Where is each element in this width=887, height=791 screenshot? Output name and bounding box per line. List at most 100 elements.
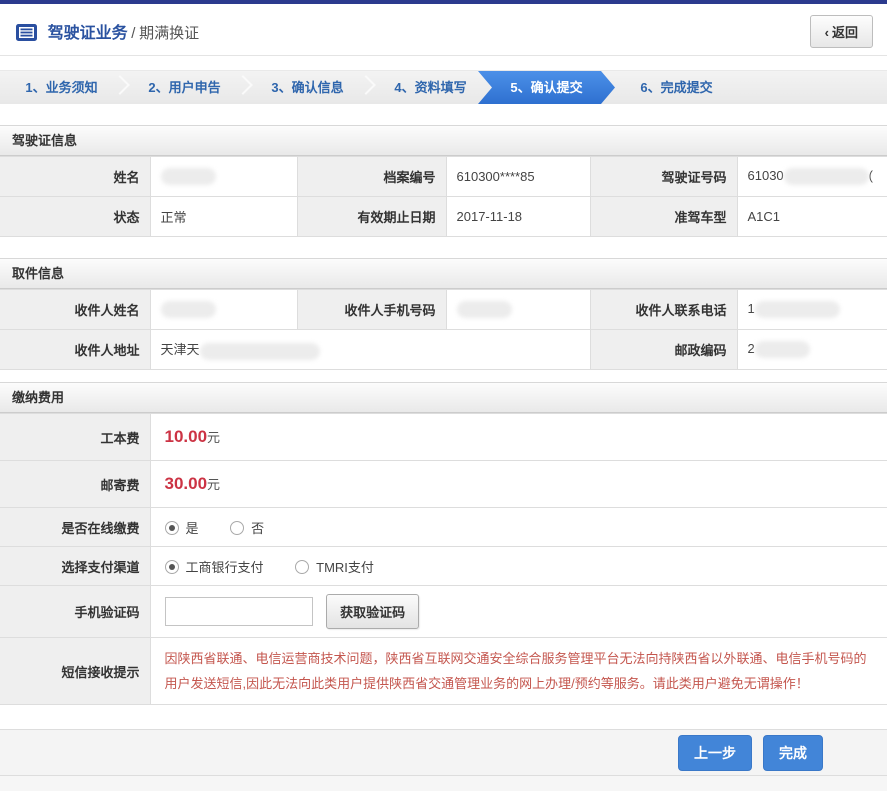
recipient-mobile-label: 收件人手机号码 xyxy=(296,289,447,330)
name-value xyxy=(149,156,298,197)
table-row: 工本费 10.00元 xyxy=(0,413,887,461)
radio-channel-tmri[interactable] xyxy=(295,559,310,574)
step-3-label: 3、确认信息 xyxy=(271,80,344,95)
recipient-phone-prefix: 1 xyxy=(747,300,755,316)
radio-channel-icbc-label[interactable]: 工商银行支付 xyxy=(186,560,264,575)
recipient-phone-label: 收件人联系电话 xyxy=(589,289,738,330)
table-row: 手机验证码 获取验证码 xyxy=(0,585,887,638)
recipient-mobile-value xyxy=(445,289,591,330)
table-row: 选择支付渠道 工商银行支付 TMRI支付 xyxy=(0,546,887,586)
postage-fee-amount: 30.00 xyxy=(164,474,208,493)
fees-table: 工本费 10.00元 邮寄费 30.00元 是否在线缴费 是 否 选择支付渠道 … xyxy=(0,413,887,705)
pay-channel-options: 工商银行支付 TMRI支付 xyxy=(150,546,887,586)
step-bar-filler xyxy=(738,71,887,104)
postage-fee-value: 30.00元 xyxy=(150,460,887,508)
postal-code-label: 邮政编码 xyxy=(589,329,738,370)
back-arrow-icon: ‹ xyxy=(824,25,829,40)
step-5-label: 5、确认提交 xyxy=(510,80,583,95)
sms-code-label: 手机验证码 xyxy=(0,585,151,638)
step-wizard: 1、业务须知 2、用户申告 3、确认信息 4、资料填写 5、确认提交 6、完成提… xyxy=(0,70,887,104)
expiry-date-value: 2017-11-18 xyxy=(445,196,591,237)
redacted-value xyxy=(456,301,512,319)
radio-online-yes-label[interactable]: 是 xyxy=(186,521,199,536)
step-1-notice[interactable]: 1、业务须知 xyxy=(0,71,130,104)
breadcrumb-current: 期满换证 xyxy=(139,25,200,42)
license-number-label: 驾驶证号码 xyxy=(589,156,738,197)
sms-notice-text: 因陕西省联通、电信运营商技术问题，陕西省互联网交通安全综合服务管理平台无法向持陕… xyxy=(150,637,887,705)
radio-online-no[interactable] xyxy=(230,520,245,535)
step-5-confirm-submit-active[interactable]: 5、确认提交 xyxy=(478,71,615,104)
file-number-value: 610300****85 xyxy=(445,156,591,197)
previous-step-button[interactable]: 上一步 xyxy=(678,734,752,771)
recipient-address-prefix: 天津天 xyxy=(160,342,200,358)
redacted-value xyxy=(754,301,840,319)
recipient-address-value: 天津天 xyxy=(149,329,591,370)
step-6-complete-submit[interactable]: 6、完成提交 xyxy=(615,71,738,104)
redacted-value xyxy=(783,168,869,186)
recipient-phone-value: 1 xyxy=(736,289,887,330)
sms-notice-label: 短信接收提示 xyxy=(0,637,151,705)
fees-section: 缴纳费用 工本费 10.00元 邮寄费 30.00元 是否在线缴费 是 否 选择… xyxy=(0,382,887,705)
cost-fee-label: 工本费 xyxy=(0,413,151,461)
fees-section-title: 缴纳费用 xyxy=(0,383,887,413)
back-button-label: 返回 xyxy=(831,25,858,40)
step-3-confirm-info[interactable]: 3、确认信息 xyxy=(246,71,376,104)
pickup-info-section: 取件信息 收件人姓名 收件人手机号码 收件人联系电话 1 收件人地址 天津天 邮… xyxy=(0,258,887,370)
name-label: 姓名 xyxy=(0,156,151,197)
expiry-date-label: 有效期止日期 xyxy=(296,196,447,237)
postal-code-prefix: 2 xyxy=(747,340,755,356)
table-row: 状态 正常 有效期止日期 2017-11-18 准驾车型 A1C1 xyxy=(0,196,887,237)
radio-channel-icbc[interactable] xyxy=(164,559,179,574)
vehicle-class-label: 准驾车型 xyxy=(589,196,738,237)
recipient-address-label: 收件人地址 xyxy=(0,329,151,370)
step-2-declaration[interactable]: 2、用户申告 xyxy=(123,71,253,104)
footer-strip xyxy=(0,776,887,791)
license-number-suffix: ( xyxy=(868,167,873,183)
redacted-value xyxy=(160,168,216,186)
radio-online-yes[interactable] xyxy=(164,520,179,535)
pickup-section-title: 取件信息 xyxy=(0,259,887,289)
sms-code-field: 获取验证码 xyxy=(150,585,887,638)
cost-fee-amount: 10.00 xyxy=(164,427,208,446)
license-section-title: 驾驶证信息 xyxy=(0,126,887,156)
footer-action-bar: 上一步 完成 xyxy=(0,729,887,776)
postage-fee-unit: 元 xyxy=(207,477,221,492)
radio-channel-tmri-label[interactable]: TMRI支付 xyxy=(316,560,374,575)
document-list-icon xyxy=(16,24,37,44)
step-1-label: 1、业务须知 xyxy=(25,80,98,95)
table-row: 邮寄费 30.00元 xyxy=(0,460,887,508)
redacted-value xyxy=(199,342,320,360)
page-title: 驾驶证业务 xyxy=(47,25,128,42)
postal-code-value: 2 xyxy=(736,329,887,370)
pickup-info-table: 收件人姓名 收件人手机号码 收件人联系电话 1 收件人地址 天津天 邮政编码 2 xyxy=(0,289,887,370)
status-value: 正常 xyxy=(149,196,298,237)
pay-channel-label: 选择支付渠道 xyxy=(0,546,151,586)
page-header: 驾驶证业务 / 期满换证 ‹ 返回 xyxy=(0,4,887,56)
table-row: 是否在线缴费 是 否 xyxy=(0,507,887,547)
recipient-name-label: 收件人姓名 xyxy=(0,289,151,330)
license-number-prefix: 61030 xyxy=(747,167,784,183)
status-label: 状态 xyxy=(0,196,151,237)
get-code-button[interactable]: 获取验证码 xyxy=(326,594,420,629)
cost-fee-value: 10.00元 xyxy=(150,413,887,461)
online-pay-options: 是 否 xyxy=(150,507,887,547)
license-number-value: 61030 ( xyxy=(736,156,887,197)
redacted-value xyxy=(160,301,216,319)
license-info-table: 姓名 档案编号 610300****85 驾驶证号码 61030 ( 状态 正常 … xyxy=(0,156,887,237)
back-button[interactable]: ‹ 返回 xyxy=(809,15,873,48)
finish-button[interactable]: 完成 xyxy=(763,734,823,771)
table-row: 短信接收提示 因陕西省联通、电信运营商技术问题，陕西省互联网交通安全综合服务管理… xyxy=(0,637,887,705)
redacted-value xyxy=(754,341,810,359)
license-info-section: 驾驶证信息 姓名 档案编号 610300****85 驾驶证号码 61030 ( … xyxy=(0,125,887,237)
step-4-label: 4、资料填写 xyxy=(394,80,467,95)
step-4-fill-data[interactable]: 4、资料填写 xyxy=(369,71,492,104)
table-row: 收件人姓名 收件人手机号码 收件人联系电话 1 xyxy=(0,289,887,330)
table-row: 收件人地址 天津天 邮政编码 2 xyxy=(0,329,887,370)
postage-fee-label: 邮寄费 xyxy=(0,460,151,508)
step-6-label: 6、完成提交 xyxy=(640,80,713,95)
file-number-label: 档案编号 xyxy=(296,156,447,197)
radio-online-no-label[interactable]: 否 xyxy=(251,521,264,536)
sms-code-input[interactable] xyxy=(164,597,313,626)
vehicle-class-value: A1C1 xyxy=(736,196,887,237)
recipient-name-value xyxy=(149,289,298,330)
